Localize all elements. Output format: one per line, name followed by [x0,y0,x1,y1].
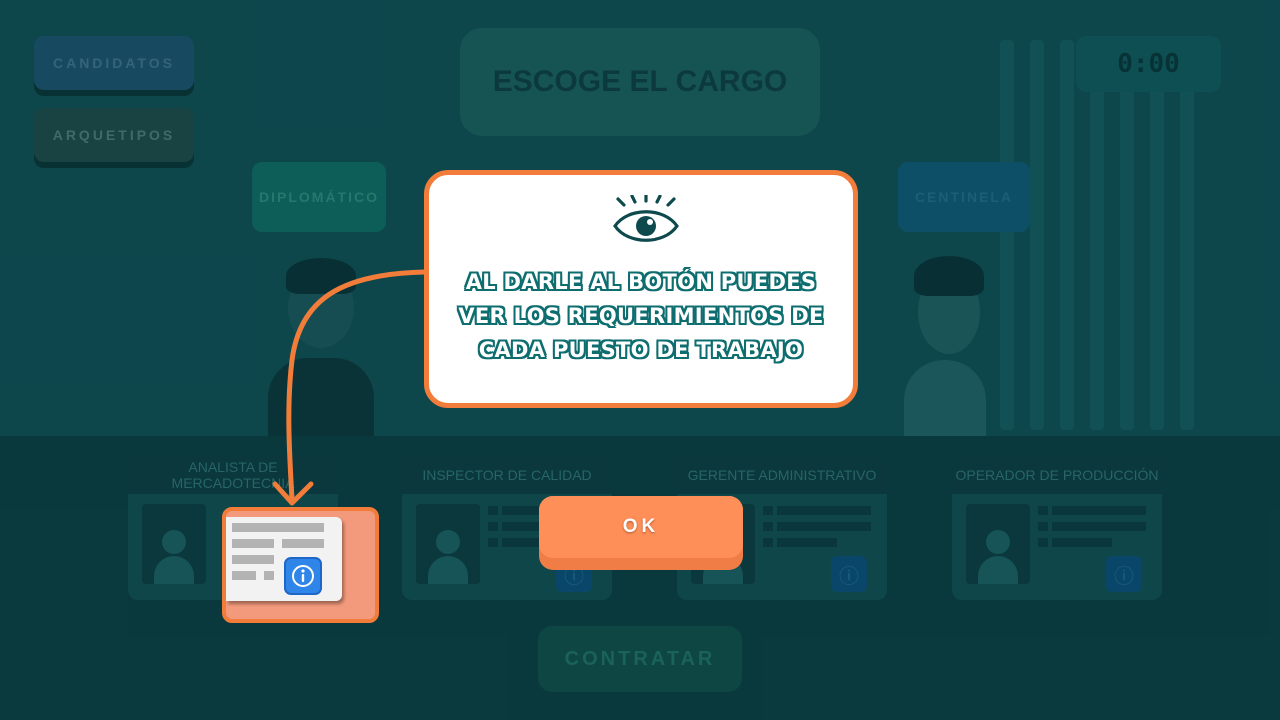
highlighted-info-card[interactable] [222,507,379,623]
eye-icon [613,195,679,242]
tutorial-tooltip: AL DARLE AL BOTÓN PUEDES VER LOS REQUERI… [424,170,858,408]
game-stage: CANDIDATOS ARQUETIPOS ESCOGE EL CARGO 0:… [0,0,1280,720]
ok-button-label: OK [539,496,743,558]
tooltip-message: AL DARLE AL BOTÓN PUEDES VER LOS REQUERI… [458,270,824,362]
requirements-card [226,517,342,601]
info-icon[interactable] [284,557,322,595]
ok-button[interactable]: OK [539,496,743,570]
